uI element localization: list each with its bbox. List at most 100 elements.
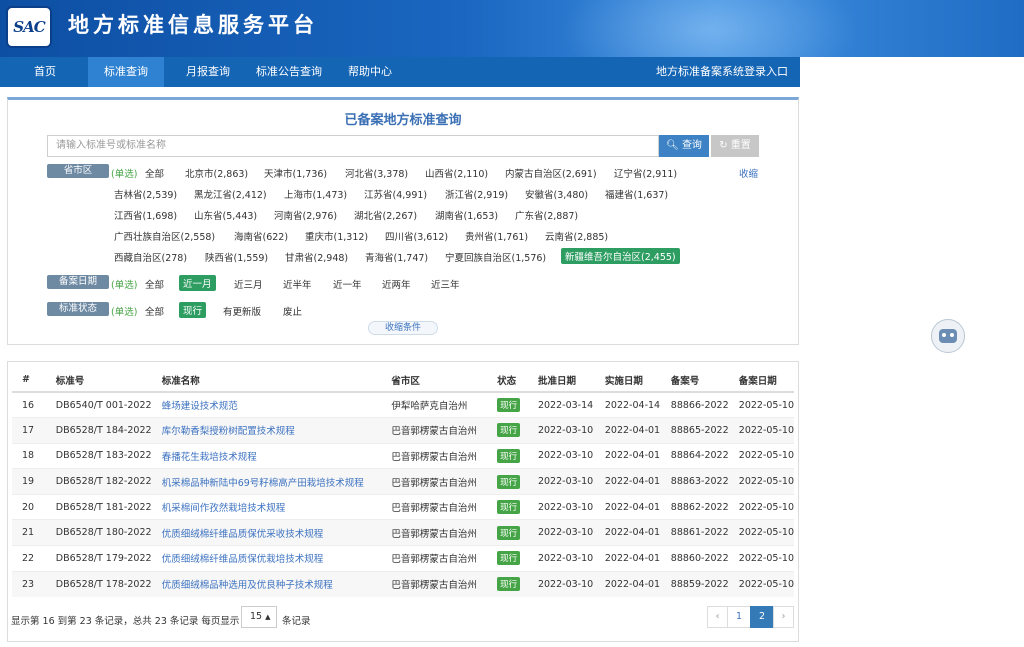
province-all[interactable]: 全部 — [145, 166, 164, 180]
date-option[interactable]: 近三年 — [431, 277, 460, 291]
status-option-selected[interactable]: 现行 — [179, 302, 207, 318]
province-option[interactable]: 青海省(1,747) — [365, 250, 428, 264]
province-option[interactable]: 福建省(1,637) — [605, 187, 668, 201]
standard-name-link[interactable]: 优质细绒棉纤维品质保优采收技术规程 — [155, 519, 386, 546]
standard-name-link[interactable]: 库尔勒香梨授粉树配置技术规程 — [155, 417, 386, 444]
col-filing-date[interactable]: 备案日期 — [732, 368, 794, 393]
province-option[interactable]: 重庆市(1,312) — [305, 229, 368, 243]
province-option[interactable]: 北京市(2,863) — [185, 166, 248, 180]
table-row[interactable]: 17 DB6528/T 184-2022 库尔勒香梨授粉树配置技术规程 巴音郭楞蒙古自… — [12, 417, 794, 444]
province-option[interactable]: 吉林省(2,539) — [114, 187, 177, 201]
province-option-selected[interactable]: 新疆维吾尔自治区(2,455) — [561, 248, 680, 264]
prev-page-button[interactable]: ‹ — [707, 606, 728, 628]
nav-announcement-query[interactable]: 标准公告查询 — [249, 57, 329, 87]
filing-date: 2022-05-10 — [732, 545, 794, 572]
province-option[interactable]: 广东省(2,887) — [515, 208, 578, 222]
row-index: 22 — [12, 545, 50, 572]
province-option[interactable]: 山西省(2,110) — [425, 166, 488, 180]
province-option[interactable]: 内蒙古自治区(2,691) — [505, 166, 597, 180]
table-row[interactable]: 23 DB6528/T 178-2022 优质细绒棉品种选用及优良种子技术规程 巴音郭… — [12, 570, 794, 597]
results-panel: # 标准号 标准名称 省市区 状态 批准日期 实施日期 备案号 备案日期 16 D… — [7, 361, 799, 642]
collapse-provinces-link[interactable]: 收缩 — [739, 166, 758, 180]
filing-system-login-link[interactable]: 地方标准备案系统登录入口 — [640, 57, 800, 87]
col-implement-date[interactable]: 实施日期 — [598, 368, 665, 393]
status-all[interactable]: 全部 — [145, 304, 164, 318]
province-option[interactable]: 湖北省(2,267) — [354, 208, 417, 222]
status-option[interactable]: 废止 — [283, 304, 302, 318]
nav-help-center[interactable]: 帮助中心 — [340, 57, 400, 87]
province-option[interactable]: 河南省(2,976) — [274, 208, 337, 222]
col-filing-no[interactable]: 备案号 — [664, 368, 733, 393]
province-option[interactable]: 浙江省(2,919) — [445, 187, 508, 201]
table-row[interactable]: 18 DB6528/T 183-2022 春播花生栽培技术规程 巴音郭楞蒙古自治州 现行… — [12, 442, 794, 469]
implement-date: 2022-04-14 — [598, 391, 665, 418]
search-button-label: 查询 — [681, 140, 702, 151]
province-option[interactable]: 黑龙江省(2,412) — [194, 187, 267, 201]
col-status[interactable]: 状态 — [491, 368, 532, 393]
table-row[interactable]: 22 DB6528/T 179-2022 优质细绒棉纤维品质保优栽培技术规程 巴音郭楞… — [12, 545, 794, 572]
province-option[interactable]: 陕西省(1,559) — [205, 250, 268, 264]
col-index[interactable]: # — [12, 368, 50, 393]
approve-date: 2022-03-10 — [531, 493, 599, 520]
implement-date: 2022-04-01 — [598, 442, 665, 469]
date-option[interactable]: 近半年 — [283, 277, 312, 291]
page-1-button[interactable]: 1 — [727, 606, 751, 628]
province-option[interactable]: 广西壮族自治区(2,558) — [114, 229, 215, 243]
province-option[interactable]: 四川省(3,612) — [385, 229, 448, 243]
implement-date: 2022-04-01 — [598, 493, 665, 520]
col-region[interactable]: 省市区 — [385, 368, 492, 393]
search-input[interactable]: 请输入标准号或标准名称 — [47, 135, 659, 157]
col-standard-name[interactable]: 标准名称 — [155, 368, 386, 393]
nav-home[interactable]: 首页 — [22, 57, 68, 87]
table-row[interactable]: 20 DB6528/T 181-2022 机采棉间作孜然栽培技术规程 巴音郭楞蒙古自治… — [12, 493, 794, 520]
date-option[interactable]: 近三月 — [234, 277, 263, 291]
page-2-button[interactable]: 2 — [750, 606, 774, 628]
next-page-button[interactable]: › — [773, 606, 794, 628]
col-standard-no[interactable]: 标准号 — [49, 368, 156, 393]
province-option[interactable]: 甘肃省(2,948) — [285, 250, 348, 264]
status-current-badge: 现行 — [497, 474, 521, 489]
province-option[interactable]: 江西省(1,698) — [114, 208, 177, 222]
province-option[interactable]: 宁夏回族自治区(1,576) — [445, 250, 546, 264]
province-option[interactable]: 辽宁省(2,911) — [614, 166, 677, 180]
province-option[interactable]: 湖南省(1,653) — [435, 208, 498, 222]
province-option[interactable]: 山东省(5,443) — [194, 208, 257, 222]
table-row[interactable]: 16 DB6540/T 001-2022 蜂场建设技术规范 伊犁哈萨克自治州 现行 202… — [12, 391, 794, 418]
date-all[interactable]: 全部 — [145, 277, 164, 291]
collapse-conditions-button[interactable]: 收缩条件 — [368, 321, 438, 335]
province-option[interactable]: 江苏省(4,991) — [364, 187, 427, 201]
filing-no: 88862-2022 — [664, 493, 733, 520]
nav-standard-query[interactable]: 标准查询 — [88, 57, 164, 87]
date-option[interactable]: 近两年 — [382, 277, 411, 291]
date-option[interactable]: 近一年 — [333, 277, 362, 291]
chatbot-robot-icon[interactable] — [931, 319, 965, 353]
standard-name-link[interactable]: 优质细绒棉品种选用及优良种子技术规程 — [155, 570, 386, 597]
standard-name-link[interactable]: 机采棉间作孜然栽培技术规程 — [155, 493, 386, 520]
province-option[interactable]: 安徽省(3,480) — [525, 187, 588, 201]
reset-button[interactable]: ↻ 重置 — [711, 135, 759, 157]
province-option[interactable]: 西藏自治区(278) — [114, 250, 187, 264]
province-option[interactable]: 上海市(1,473) — [284, 187, 347, 201]
province-option[interactable]: 云南省(2,885) — [545, 229, 608, 243]
per-page-select[interactable]: 15 ▲ — [241, 606, 277, 628]
filing-date: 2022-05-10 — [732, 493, 794, 520]
filing-no: 88865-2022 — [664, 417, 733, 444]
date-option-selected[interactable]: 近一月 — [179, 275, 216, 291]
search-button[interactable]: 🔍︎ 查询 — [659, 135, 709, 157]
standard-name-link[interactable]: 蜂场建设技术规范 — [155, 391, 386, 418]
standard-name-link[interactable]: 优质细绒棉纤维品质保优栽培技术规程 — [155, 545, 386, 572]
table-row[interactable]: 19 DB6528/T 182-2022 机采棉品种新陆中69号籽棉高产田栽培技术规… — [12, 468, 794, 495]
standard-name-link[interactable]: 春播花生栽培技术规程 — [155, 442, 386, 469]
province-option[interactable]: 河北省(3,378) — [345, 166, 408, 180]
province-option[interactable]: 贵州省(1,761) — [465, 229, 528, 243]
table-row[interactable]: 21 DB6528/T 180-2022 优质细绒棉纤维品质保优采收技术规程 巴音郭楞… — [12, 519, 794, 546]
approve-date: 2022-03-14 — [531, 391, 599, 418]
sac-logo[interactable]: SAC — [6, 6, 52, 48]
standard-name-link[interactable]: 机采棉品种新陆中69号籽棉高产田栽培技术规程 — [155, 468, 386, 495]
nav-monthly-query[interactable]: 月报查询 — [178, 57, 238, 87]
col-approve-date[interactable]: 批准日期 — [531, 368, 599, 393]
province-option[interactable]: 天津市(1,736) — [264, 166, 327, 180]
status-option[interactable]: 有更新版 — [223, 304, 261, 318]
filing-no: 88859-2022 — [664, 570, 733, 597]
province-option[interactable]: 海南省(622) — [234, 229, 288, 243]
